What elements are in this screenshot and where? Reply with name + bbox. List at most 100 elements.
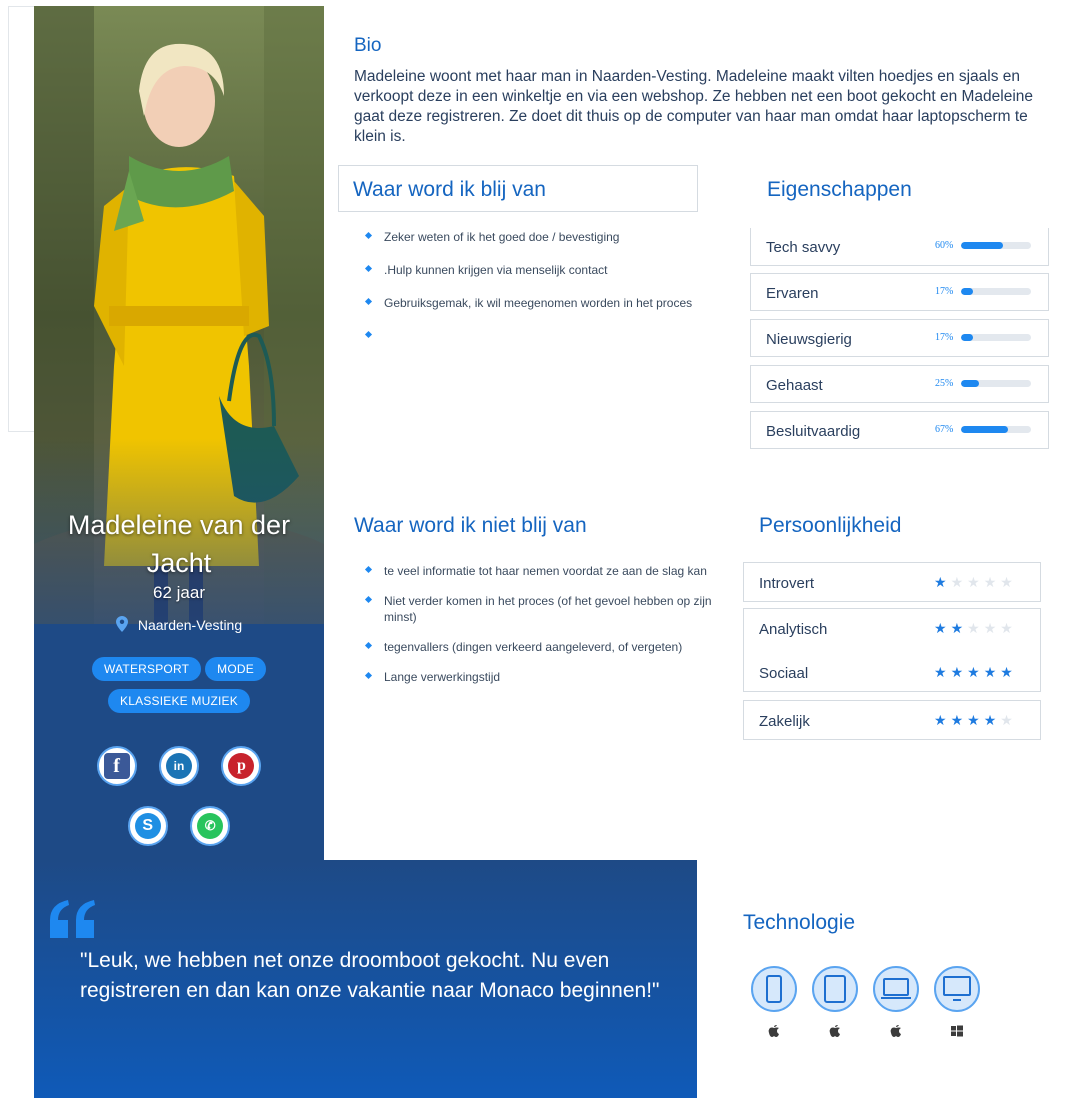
list-item: Lange verwerkingstijd xyxy=(362,669,732,685)
list-item: Gebruiksgemak, ik wil meegenomen worden … xyxy=(362,295,732,328)
star-empty-icon: ★ xyxy=(950,574,968,590)
star-rating: ★★★★★ xyxy=(934,664,1017,681)
star-filled-icon: ★ xyxy=(950,664,968,680)
star-filled-icon: ★ xyxy=(934,712,951,728)
trait-row-gehaast: Gehaast 25% xyxy=(750,365,1049,403)
trait-row-ervaren: Ervaren 17% xyxy=(750,273,1049,311)
star-empty-icon: ★ xyxy=(967,620,984,636)
happy-list: Zeker weten of ik het goed doe / bevesti… xyxy=(362,229,732,361)
apple-icon xyxy=(890,1025,901,1037)
star-filled-icon: ★ xyxy=(934,620,951,636)
apple-icon xyxy=(829,1025,840,1037)
unhappy-list: te veel informatie tot haar nemen voorda… xyxy=(362,563,732,699)
star-rating: ★★★★★ xyxy=(934,620,1017,637)
smartphone-icon xyxy=(751,966,797,1012)
trait-bar-fill xyxy=(961,242,1003,249)
desktop-icon xyxy=(934,966,980,1012)
list-item: Niet verder komen in het proces (of het … xyxy=(362,593,732,625)
pinterest-icon[interactable]: p xyxy=(221,746,262,786)
bio-text: Madeleine woont met haar man in Naarden-… xyxy=(354,68,1034,145)
trait-percent: 60% xyxy=(935,240,954,251)
star-empty-icon: ★ xyxy=(1000,574,1017,590)
trait-percent: 67% xyxy=(935,424,954,435)
trait-bar-fill xyxy=(961,288,973,295)
list-item: Zeker weten of ik het goed doe / bevesti… xyxy=(362,229,732,262)
quote-mark-icon xyxy=(50,900,95,938)
star-filled-icon: ★ xyxy=(983,712,1001,728)
windows-icon xyxy=(951,1025,963,1037)
list-item: tegenvallers (dingen verkeerd aangelever… xyxy=(362,639,732,655)
trait-label: Tech savvy xyxy=(766,239,841,256)
trait-bar-fill xyxy=(961,426,1008,433)
trait-bar xyxy=(961,242,1031,249)
skype-icon[interactable]: S xyxy=(127,806,168,846)
traits-heading: Eigenschappen xyxy=(767,178,912,201)
personality-row: Introvert ★★★★★ xyxy=(744,563,1040,601)
interest-tags: WATERSPORT MODE KLASSIEKE MUZIEK xyxy=(54,657,304,721)
facebook-icon[interactable]: f xyxy=(96,746,137,786)
star-empty-icon: ★ xyxy=(967,574,984,590)
trait-label: Ervaren xyxy=(766,285,819,302)
list-item xyxy=(362,328,732,361)
list-item: te veel informatie tot haar nemen voorda… xyxy=(362,563,732,579)
star-filled-icon: ★ xyxy=(934,664,951,680)
happy-heading-box: Waar word ik blij van xyxy=(338,165,698,212)
persona-age: 62 jaar xyxy=(153,583,205,602)
star-filled-icon: ★ xyxy=(950,712,968,728)
trait-bar xyxy=(961,334,1031,341)
happy-heading: Waar word ik blij van xyxy=(353,178,546,201)
trait-percent: 25% xyxy=(935,378,954,389)
whatsapp-icon[interactable]: ✆ xyxy=(190,806,231,846)
trait-row-tech-savvy: Tech savvy 60% xyxy=(750,228,1049,266)
trait-percent: 17% xyxy=(935,332,954,343)
personality-label: Introvert xyxy=(759,575,815,592)
star-empty-icon: ★ xyxy=(983,620,1001,636)
personality-label: Analytisch xyxy=(759,621,828,638)
quote-banner: "Leuk, we hebben net onze droomboot geko… xyxy=(34,860,697,1098)
personality-row: Zakelijk ★★★★★ xyxy=(744,701,1040,739)
star-filled-icon: ★ xyxy=(967,664,984,680)
technology-heading: Technologie xyxy=(743,911,856,934)
personality-heading: Persoonlijkheid xyxy=(759,514,902,537)
apple-icon xyxy=(768,1025,779,1037)
personality-box-introvert: Introvert ★★★★★ xyxy=(743,562,1041,602)
trait-row-nieuwsgierig: Nieuwsgierig 17% xyxy=(750,319,1049,357)
tag-mode[interactable]: MODE xyxy=(205,657,266,681)
bio-heading: Bio xyxy=(354,35,382,56)
tag-klassieke-muziek[interactable]: KLASSIEKE MUZIEK xyxy=(108,689,250,713)
star-empty-icon: ★ xyxy=(983,574,1001,590)
star-filled-icon: ★ xyxy=(967,712,984,728)
star-empty-icon: ★ xyxy=(1000,712,1017,728)
star-rating: ★★★★★ xyxy=(934,574,1017,591)
social-links: f in p S ✆ xyxy=(34,746,324,860)
laptop-icon xyxy=(873,966,919,1012)
trait-bar xyxy=(961,288,1031,295)
trait-label: Nieuwsgierig xyxy=(766,331,852,348)
personality-box-zakelijk: Zakelijk ★★★★★ xyxy=(743,700,1041,740)
star-rating: ★★★★★ xyxy=(934,712,1017,729)
personality-label: Zakelijk xyxy=(759,713,810,730)
persona-name: Madeleine van der Jacht xyxy=(67,510,291,578)
trait-bar xyxy=(961,426,1031,433)
star-empty-icon: ★ xyxy=(1000,620,1017,636)
profile-card: Madeleine van der Jacht 62 jaar Naarden-… xyxy=(34,6,324,860)
star-filled-icon: ★ xyxy=(1000,664,1017,680)
trait-bar-fill xyxy=(961,380,979,387)
persona-location: Naarden-Vesting xyxy=(34,616,324,633)
list-item: .Hulp kunnen krijgen via menselijk conta… xyxy=(362,262,732,295)
quote-text: "Leuk, we hebben net onze droomboot geko… xyxy=(80,949,660,1002)
unhappy-heading: Waar word ik niet blij van xyxy=(354,514,587,537)
star-filled-icon: ★ xyxy=(950,620,968,636)
location-pin-icon xyxy=(115,616,128,632)
star-filled-icon: ★ xyxy=(983,664,1001,680)
tablet-icon xyxy=(812,966,858,1012)
personality-row: Sociaal ★★★★★ xyxy=(744,653,1040,691)
linkedin-icon[interactable]: in xyxy=(159,746,199,786)
trait-bar-fill xyxy=(961,334,973,341)
personality-label: Sociaal xyxy=(759,665,809,682)
trait-percent: 17% xyxy=(935,286,954,297)
personality-row: Analytisch ★★★★★ xyxy=(744,609,1040,647)
trait-bar xyxy=(961,380,1031,387)
tag-watersport[interactable]: WATERSPORT xyxy=(92,657,202,681)
personality-box-analytisch-sociaal: Analytisch ★★★★★ Sociaal ★★★★★ xyxy=(743,608,1041,692)
